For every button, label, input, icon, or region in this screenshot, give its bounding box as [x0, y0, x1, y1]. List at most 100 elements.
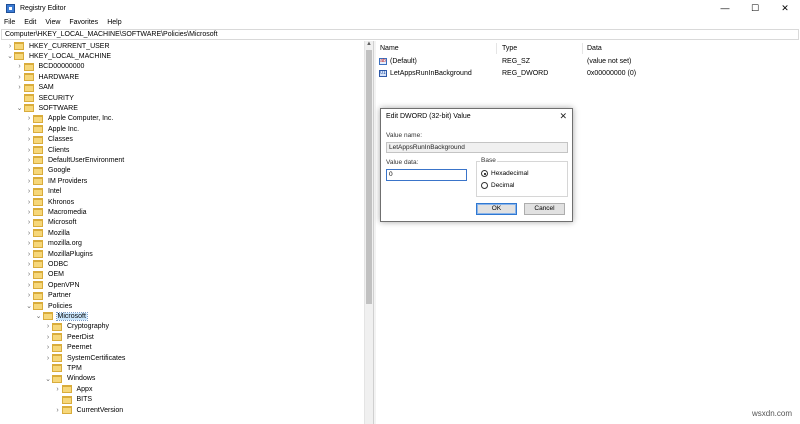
hexadecimal-option[interactable]: Hexadecimal [481, 170, 529, 177]
tree-node[interactable]: › Partner [25, 291, 72, 301]
chevron-right-icon[interactable]: › [25, 124, 33, 134]
tree-node[interactable]: › OpenVPN [25, 280, 81, 290]
tree-node[interactable]: › Classes [25, 135, 74, 145]
chevron-right-icon[interactable]: › [25, 155, 33, 165]
menu-favorites[interactable]: Favorites [69, 19, 98, 26]
tree-scrollbar[interactable]: ▲ [364, 41, 373, 424]
chevron-right-icon[interactable]: › [54, 405, 62, 415]
tree-node[interactable]: › Macromedia [25, 207, 88, 217]
tree-node[interactable]: › Cryptography [44, 322, 110, 332]
column-header-name[interactable]: Name [380, 43, 399, 54]
chevron-right-icon[interactable]: › [25, 218, 33, 228]
cancel-button[interactable]: Cancel [524, 203, 565, 215]
menu-help[interactable]: Help [107, 19, 121, 26]
tree-node[interactable]: ⌄ HKEY_LOCAL_MACHINE [6, 51, 112, 61]
tree-node[interactable]: › Intel [25, 187, 62, 197]
column-divider[interactable] [496, 43, 497, 54]
tree-node[interactable]: › OEM [25, 270, 65, 280]
tree-node[interactable]: ⌄ Microsoft [35, 311, 88, 321]
tree-node[interactable]: › BCD00000000 [16, 62, 86, 72]
scrollbar-thumb[interactable] [366, 50, 372, 304]
tree-node[interactable]: › Peernet [44, 343, 93, 353]
radio-unchecked-icon[interactable] [481, 182, 488, 189]
chevron-right-icon[interactable]: › [25, 145, 33, 155]
chevron-right-icon[interactable]: › [25, 291, 33, 301]
chevron-down-icon[interactable]: ⌄ [6, 51, 14, 61]
chevron-right-icon[interactable]: › [16, 62, 24, 72]
chevron-down-icon[interactable]: ⌄ [25, 301, 33, 311]
chevron-right-icon[interactable]: › [44, 332, 52, 342]
chevron-right-icon[interactable]: › [25, 135, 33, 145]
radio-checked-icon[interactable] [481, 170, 488, 177]
column-divider[interactable] [582, 43, 583, 54]
tree-node[interactable]: › DefaultUserEnvironment [25, 155, 125, 165]
chevron-right-icon[interactable]: › [25, 114, 33, 124]
chevron-right-icon[interactable]: › [25, 239, 33, 249]
tree-node[interactable]: › SAM [16, 83, 55, 93]
chevron-right-icon[interactable]: › [44, 322, 52, 332]
tree-node[interactable]: ⌄ Windows [44, 374, 96, 384]
tree-node[interactable]: ⌄ Policies [25, 301, 73, 311]
tree-node[interactable]: › Microsoft [25, 218, 77, 228]
chevron-right-icon[interactable]: › [6, 41, 14, 51]
tree-node[interactable]: › IM Providers [25, 176, 88, 186]
tree-node[interactable]: › Apple Computer, Inc. [25, 114, 114, 124]
tree-node[interactable]: › MozillaPlugins [25, 249, 94, 259]
ok-button[interactable]: OK [476, 203, 517, 215]
chevron-right-icon[interactable]: › [25, 270, 33, 280]
tree-node[interactable]: › CurrentVersion [54, 405, 125, 415]
scroll-up-arrow-icon[interactable]: ▲ [365, 41, 373, 49]
chevron-right-icon[interactable]: › [25, 228, 33, 238]
tree-node[interactable]: › Apple Inc. [25, 124, 80, 134]
chevron-right-icon[interactable]: › [25, 207, 33, 217]
column-header-data[interactable]: Data [587, 43, 602, 54]
value-row[interactable]: ab (Default) REG_SZ (value not set) [377, 56, 800, 67]
tree-node[interactable]: BITS [54, 395, 94, 405]
tree-node[interactable]: › Appx [54, 384, 94, 394]
pane-splitter[interactable] [373, 41, 376, 424]
chevron-right-icon[interactable]: › [54, 384, 62, 394]
chevron-down-icon[interactable]: ⌄ [35, 311, 43, 321]
column-header-type[interactable]: Type [502, 43, 517, 54]
tree-node[interactable]: › Mozilla [25, 228, 71, 238]
chevron-right-icon[interactable]: › [44, 343, 52, 353]
folder-icon [33, 114, 43, 123]
tree-node[interactable]: › HKEY_CURRENT_USER [6, 41, 111, 51]
value-row[interactable]: 01 LetAppsRunInBackground REG_DWORD 0x00… [377, 68, 800, 79]
chevron-right-icon[interactable]: › [16, 72, 24, 82]
chevron-down-icon[interactable]: ⌄ [16, 103, 24, 113]
minimize-button[interactable]: — [710, 0, 740, 16]
menu-edit[interactable]: Edit [24, 19, 36, 26]
chevron-right-icon[interactable]: › [25, 166, 33, 176]
tree-node[interactable]: › Khronos [25, 197, 75, 207]
value-data-field[interactable] [386, 169, 467, 181]
tree-node[interactable]: › Google [25, 166, 72, 176]
address-bar[interactable]: Computer\HKEY_LOCAL_MACHINE\SOFTWARE\Pol… [1, 29, 799, 40]
chevron-right-icon[interactable]: › [16, 83, 24, 93]
chevron-right-icon[interactable]: › [44, 353, 52, 363]
tree-node[interactable]: › mozilla.org [25, 239, 83, 249]
chevron-right-icon[interactable]: › [25, 197, 33, 207]
tree-node[interactable]: › PeerDist [44, 332, 95, 342]
maximize-button[interactable]: ☐ [740, 0, 770, 16]
key-tree[interactable]: › HKEY_CURRENT_USER ⌄ HKEY_LOCAL_MACHINE › BC… [0, 41, 364, 424]
tree-node[interactable]: › HARDWARE [16, 72, 81, 82]
value-data-input[interactable] [389, 171, 466, 178]
tree-node[interactable]: ⌄ SOFTWARE [16, 103, 79, 113]
chevron-right-icon[interactable]: › [25, 249, 33, 259]
close-button[interactable]: ✕ [770, 0, 800, 16]
chevron-right-icon[interactable]: › [25, 187, 33, 197]
chevron-down-icon[interactable]: ⌄ [44, 374, 52, 384]
dialog-close-icon[interactable]: ✕ [559, 111, 567, 122]
tree-node[interactable]: › ODBC [25, 259, 69, 269]
menu-view[interactable]: View [45, 19, 60, 26]
chevron-right-icon[interactable]: › [25, 176, 33, 186]
tree-node[interactable]: SECURITY [16, 93, 75, 103]
menu-file[interactable]: File [4, 19, 15, 26]
tree-node[interactable]: TPM [44, 363, 83, 373]
tree-node[interactable]: › SystemCertificates [44, 353, 126, 363]
tree-node[interactable]: › Clients [25, 145, 70, 155]
chevron-right-icon[interactable]: › [25, 259, 33, 269]
chevron-right-icon[interactable]: › [25, 280, 33, 290]
decimal-option[interactable]: Decimal [481, 182, 514, 189]
